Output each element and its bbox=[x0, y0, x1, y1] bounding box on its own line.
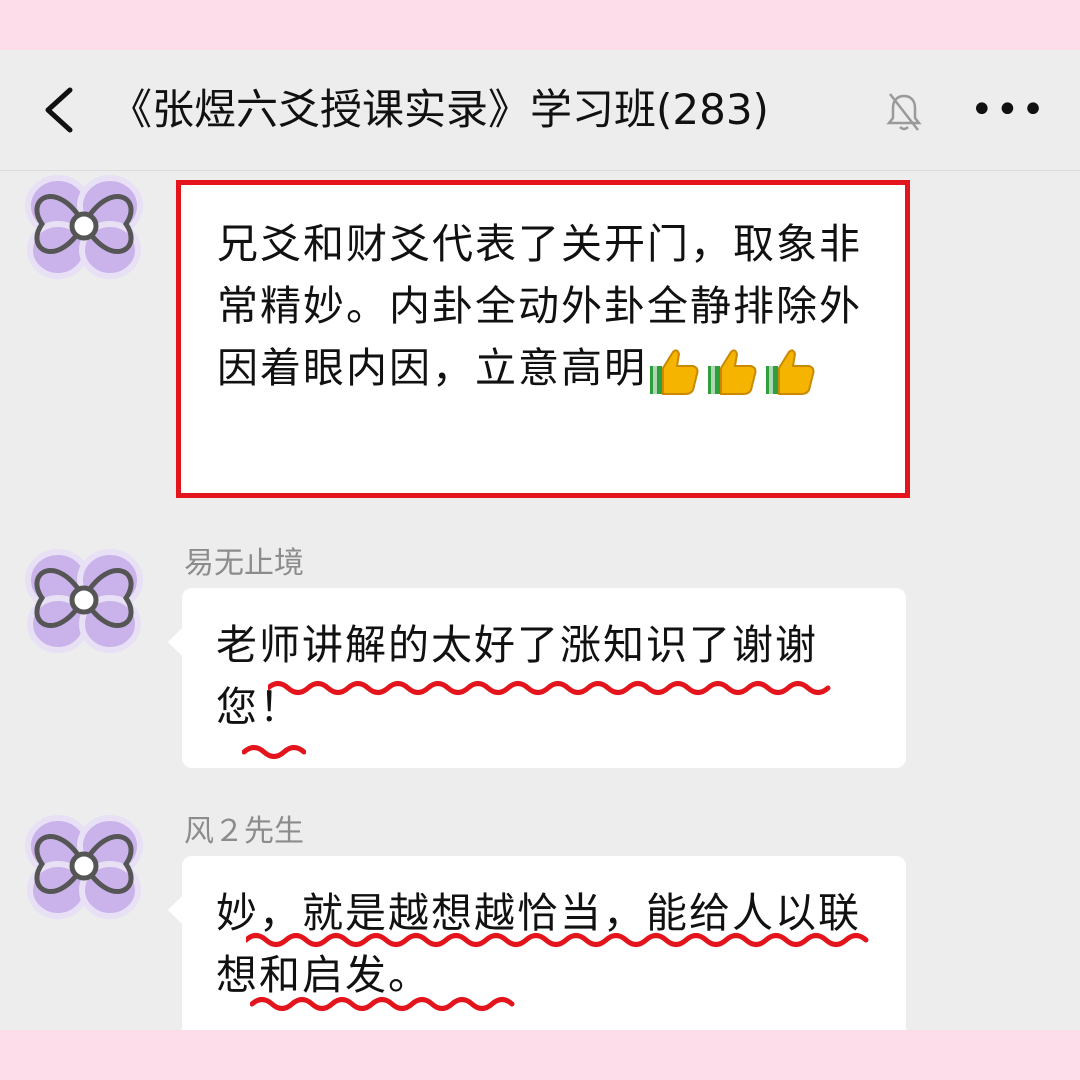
message-text: 老师讲解的太好了涨知识了谢谢您！ bbox=[216, 621, 818, 731]
more-options-button[interactable]: ••• bbox=[970, 80, 1045, 140]
chevron-left-icon[interactable] bbox=[36, 80, 86, 140]
red-underline bbox=[268, 681, 831, 695]
red-underline bbox=[246, 933, 869, 947]
avatar[interactable] bbox=[18, 158, 150, 290]
thumbs-up-icon bbox=[647, 344, 705, 395]
chat-screen: 《张煜六爻授课实录》学习班(283) ••• 兄爻和财爻代表了关开门，取象非常精… bbox=[0, 50, 1080, 1030]
red-underline bbox=[242, 745, 306, 759]
sender-name: 风２先生 bbox=[184, 814, 304, 849]
chat-title[interactable]: 《张煜六爻授课实录》学习班(283) bbox=[110, 78, 769, 142]
message-bubble[interactable]: 兄爻和财爻代表了关开门，取象非常精妙。内卦全动外卦全静排除外因着眼内因，立意高明 bbox=[176, 180, 910, 498]
avatar[interactable] bbox=[18, 532, 150, 664]
chat-header: 《张煜六爻授课实录》学习班(283) ••• bbox=[0, 50, 1080, 171]
thumbs-up-icon bbox=[763, 344, 821, 395]
sender-name: 易无止境 bbox=[184, 546, 304, 581]
bell-muted-icon bbox=[886, 93, 922, 131]
red-underline bbox=[250, 997, 515, 1011]
avatar[interactable] bbox=[18, 798, 150, 930]
thumbs-up-icon bbox=[705, 344, 763, 395]
